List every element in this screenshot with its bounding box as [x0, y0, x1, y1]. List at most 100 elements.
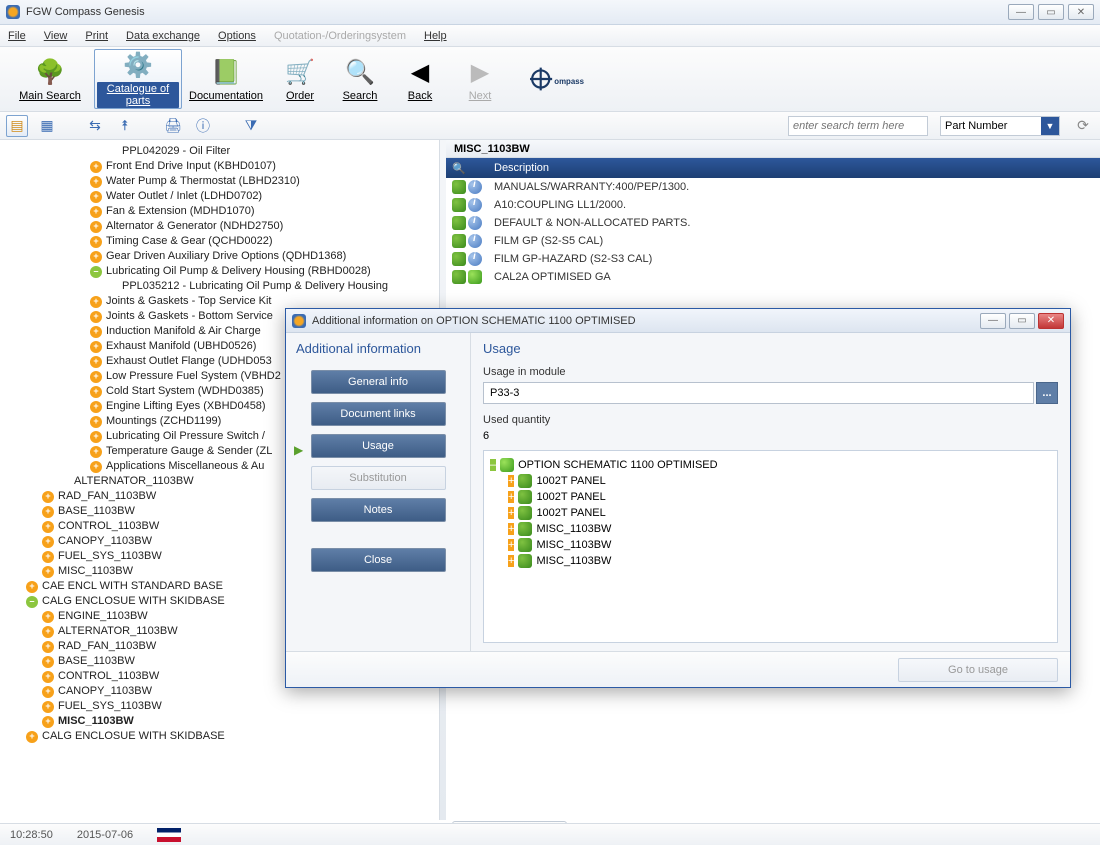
- expand-icon[interactable]: [508, 555, 514, 567]
- expand-icon[interactable]: [42, 671, 54, 683]
- expand-icon[interactable]: [508, 539, 514, 551]
- catalogue-button[interactable]: ⚙️ Catalogue of parts: [94, 49, 182, 109]
- search-input[interactable]: [788, 116, 928, 136]
- info-icon[interactable]: [468, 252, 482, 266]
- expand-icon[interactable]: [90, 296, 102, 308]
- table-row[interactable]: DEFAULT & NON-ALLOCATED PARTS.: [446, 214, 1100, 232]
- usage-tree-item[interactable]: 1002T PANEL: [490, 505, 1051, 521]
- col-description[interactable]: Description: [488, 158, 1100, 178]
- view-list-icon[interactable]: ▤: [6, 115, 28, 137]
- module-more-button[interactable]: ...: [1036, 382, 1058, 404]
- tree-item[interactable]: Water Outlet / Inlet (LDHD0702): [10, 189, 437, 204]
- expand-icon[interactable]: [508, 507, 514, 519]
- tree-item[interactable]: MISC_1103BW: [10, 714, 437, 729]
- filter-icon[interactable]: ⧩: [240, 115, 262, 137]
- go-to-usage-button[interactable]: Go to usage: [898, 658, 1058, 682]
- usage-tree-root[interactable]: OPTION SCHEMATIC 1100 OPTIMISED: [490, 457, 1051, 473]
- link-icon[interactable]: [452, 270, 466, 284]
- table-row[interactable]: A10:COUPLING LL1/2000.: [446, 196, 1100, 214]
- link-icon[interactable]: [452, 180, 466, 194]
- tree-item[interactable]: FUEL_SYS_1103BW: [10, 699, 437, 714]
- expand-icon[interactable]: [508, 523, 514, 535]
- tree-item[interactable]: Water Pump & Thermostat (LBHD2310): [10, 174, 437, 189]
- expand-icon[interactable]: [90, 251, 102, 263]
- nav-general-info[interactable]: General info: [311, 370, 446, 394]
- expand-icon[interactable]: [42, 716, 54, 728]
- tree-item[interactable]: Fan & Extension (MDHD1070): [10, 204, 437, 219]
- expand-icon[interactable]: [90, 461, 102, 473]
- expand-icon[interactable]: [90, 371, 102, 383]
- info-icon[interactable]: [468, 234, 482, 248]
- collapse-icon[interactable]: [90, 266, 102, 278]
- expand-icon[interactable]: [42, 566, 54, 578]
- module-input[interactable]: [483, 382, 1034, 404]
- expand-icon[interactable]: [90, 236, 102, 248]
- search-filter-dropdown[interactable]: Part Number ▼: [940, 116, 1060, 136]
- usage-tree-item[interactable]: MISC_1103BW: [490, 521, 1051, 537]
- expand-icon[interactable]: [42, 641, 54, 653]
- documentation-button[interactable]: 📗 Documentation: [182, 49, 270, 109]
- expand-icon[interactable]: [90, 206, 102, 218]
- link-icon[interactable]: [452, 198, 466, 212]
- dialog-minimize-button[interactable]: —: [980, 313, 1006, 329]
- expand-icon[interactable]: [42, 491, 54, 503]
- tree-item[interactable]: Joints & Gaskets - Top Service Kit: [10, 294, 437, 309]
- menu-print[interactable]: Print: [85, 30, 108, 42]
- collapse-icon[interactable]: [26, 596, 38, 608]
- expand-icon[interactable]: [90, 416, 102, 428]
- order-button[interactable]: 🛒 Order: [270, 49, 330, 109]
- expand-icon[interactable]: [90, 356, 102, 368]
- refresh-icon[interactable]: ⟳: [1072, 115, 1094, 137]
- usage-tree-item[interactable]: MISC_1103BW: [490, 553, 1051, 569]
- tree-item[interactable]: Gear Driven Auxiliary Drive Options (QDH…: [10, 249, 437, 264]
- nav-document-links[interactable]: Document links: [311, 402, 446, 426]
- tree-item[interactable]: CALG ENCLOSUE WITH SKIDBASE: [10, 729, 437, 744]
- expand-icon[interactable]: [90, 191, 102, 203]
- expand-icon[interactable]: [42, 551, 54, 563]
- info-icon[interactable]: [468, 198, 482, 212]
- nav-close[interactable]: Close: [311, 548, 446, 572]
- expand-icon[interactable]: [42, 611, 54, 623]
- expand-icon[interactable]: [42, 686, 54, 698]
- expand-icon[interactable]: [508, 491, 514, 503]
- menu-file[interactable]: File: [8, 30, 26, 42]
- tree-item[interactable]: PPL035212 - Lubricating Oil Pump & Deliv…: [10, 279, 437, 294]
- tree-expand-icon[interactable]: ⇆: [84, 115, 106, 137]
- minimize-button[interactable]: —: [1008, 4, 1034, 20]
- main-search-button[interactable]: 🌳 Main Search: [6, 49, 94, 109]
- table-row[interactable]: FILM GP (S2-S5 CAL): [446, 232, 1100, 250]
- table-row[interactable]: MANUALS/WARRANTY:400/PEP/1300.: [446, 178, 1100, 196]
- print-icon[interactable]: 🖨: [162, 115, 184, 137]
- menu-view[interactable]: View: [44, 30, 68, 42]
- flag-uk-icon[interactable]: [157, 828, 181, 842]
- tree-item[interactable]: Alternator & Generator (NDHD2750): [10, 219, 437, 234]
- table-row[interactable]: CAL2A OPTIMISED GA: [446, 268, 1100, 286]
- view-detail-icon[interactable]: ▦: [36, 115, 58, 137]
- nav-usage[interactable]: Usage: [311, 434, 446, 458]
- tree-item[interactable]: Lubricating Oil Pump & Delivery Housing …: [10, 264, 437, 279]
- expand-icon[interactable]: [90, 311, 102, 323]
- expand-icon[interactable]: [90, 221, 102, 233]
- link-icon[interactable]: [452, 252, 466, 266]
- collapse-icon[interactable]: [490, 459, 496, 471]
- expand-icon[interactable]: [42, 536, 54, 548]
- table-row[interactable]: FILM GP-HAZARD (S2-S3 CAL): [446, 250, 1100, 268]
- magnify-icon[interactable]: 🔍: [452, 163, 466, 175]
- expand-icon[interactable]: [90, 401, 102, 413]
- search-button[interactable]: 🔍 Search: [330, 49, 390, 109]
- dialog-close-button[interactable]: ✕: [1038, 313, 1064, 329]
- expand-icon[interactable]: [42, 506, 54, 518]
- expand-icon[interactable]: [42, 701, 54, 713]
- expand-icon[interactable]: [26, 731, 38, 743]
- expand-icon[interactable]: [90, 326, 102, 338]
- gear-icon[interactable]: [468, 270, 482, 284]
- expand-icon[interactable]: [42, 656, 54, 668]
- info-icon[interactable]: ⓘ: [192, 115, 214, 137]
- usage-tree-item[interactable]: 1002T PANEL: [490, 473, 1051, 489]
- back-button[interactable]: ◀ Back: [390, 49, 450, 109]
- maximize-button[interactable]: ▭: [1038, 4, 1064, 20]
- menu-help[interactable]: Help: [424, 30, 447, 42]
- expand-icon[interactable]: [90, 431, 102, 443]
- usage-tree-item[interactable]: MISC_1103BW: [490, 537, 1051, 553]
- info-icon[interactable]: [468, 180, 482, 194]
